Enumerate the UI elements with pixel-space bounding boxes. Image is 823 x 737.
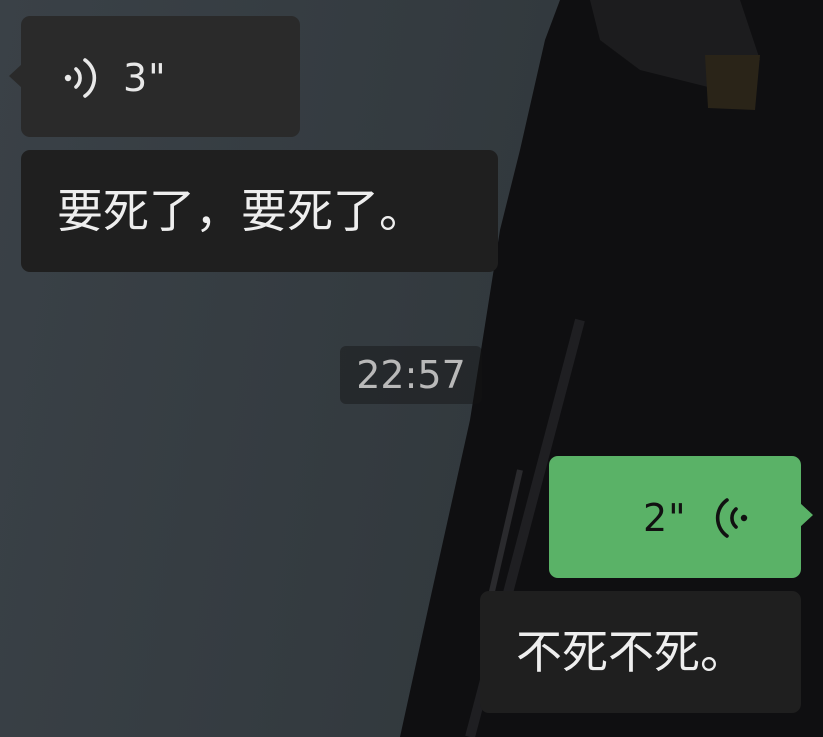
timestamp-text: 22:57 (356, 353, 466, 397)
message-text: 不死不死。 (516, 625, 746, 679)
voice-duration: 3" (123, 56, 167, 100)
incoming-voice-message[interactable]: 3" (9, 16, 300, 137)
voice-wave-icon (711, 496, 751, 540)
incoming-text-message[interactable]: 要死了，要死了。 (21, 150, 498, 272)
outgoing-text-message[interactable]: 不死不死。 (480, 591, 801, 713)
message-timestamp: 22:57 (340, 346, 482, 404)
outgoing-voice-message[interactable]: 2" (549, 456, 813, 578)
voice-wave-icon (61, 56, 101, 100)
message-text: 要死了，要死了。 (57, 184, 425, 238)
voice-row: 3" (61, 56, 167, 100)
voice-duration: 2" (643, 496, 687, 540)
voice-row: 2" (643, 496, 751, 540)
